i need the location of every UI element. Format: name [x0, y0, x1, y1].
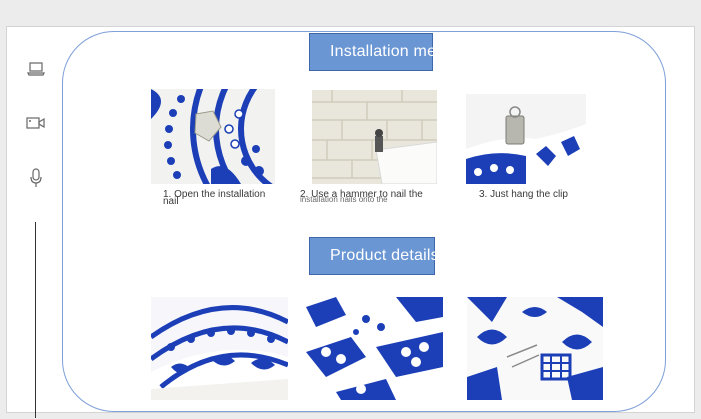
- installation-step-3-caption: 3. Just hang the clip: [479, 189, 568, 200]
- sidebar-divider: [35, 222, 36, 418]
- installation-method-banner: Installation method: [309, 33, 468, 71]
- installation-step-1-photo: [151, 89, 275, 184]
- video-camera-icon[interactable]: [22, 112, 50, 134]
- installation-method-title: Installation method: [330, 43, 469, 60]
- product-detail-photo-1: [151, 297, 288, 400]
- installation-step-3-photo: [466, 94, 586, 184]
- installation-step-1-caption-wrap: nail: [163, 196, 179, 207]
- installation-step-2-photo: [312, 90, 437, 184]
- laptop-icon[interactable]: [22, 58, 50, 80]
- product-details-title: Product details: [330, 247, 439, 264]
- microphone-icon[interactable]: [22, 167, 50, 189]
- product-detail-photo-3: [467, 297, 603, 400]
- installation-step-2-caption-wrap: installation nails onto the: [300, 195, 388, 204]
- product-detail-photo-2: [306, 297, 443, 400]
- product-details-banner: Product details: [309, 237, 439, 275]
